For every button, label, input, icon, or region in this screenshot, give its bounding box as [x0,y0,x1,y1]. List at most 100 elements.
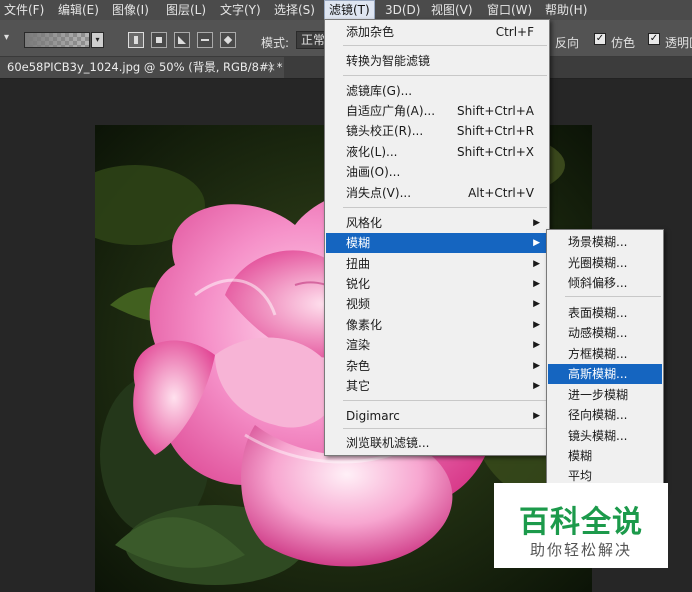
tool-preset-caret-icon[interactable]: ▾ [4,32,9,43]
submenu-arrow-icon: ▶ [533,299,540,309]
dither-label: 仿色 [611,36,636,50]
filter-menu-item-distort[interactable]: 扭曲 ▶ [326,254,548,274]
menu-select[interactable]: 选择(S) [274,0,315,20]
blur-item-tilt-shift[interactable]: 倾斜偏移... [548,273,662,293]
filter-menu-item-blur[interactable]: 模糊 ▶ [326,233,548,253]
blur-submenu: 场景模糊... 光圈模糊... 倾斜偏移... 表面模糊... 动感模糊... … [546,229,664,491]
filter-menu-item-filter-gallery[interactable]: 滤镜库(G)... [326,81,548,101]
item-label: 其它 [346,379,371,393]
filter-menu-item-adaptive-wide-angle[interactable]: 自适应广角(A)... Shift+Ctrl+A [326,101,548,121]
filter-menu-item-video[interactable]: 视频 ▶ [326,294,548,314]
gradient-picker-chevron-icon[interactable]: ▾ [91,32,104,48]
menu-view[interactable]: 视图(V) [431,0,473,20]
menu-edit[interactable]: 编辑(E) [58,0,99,20]
watermark-title: 百科全说 [519,505,643,540]
item-label: 滤镜库(G)... [346,84,413,98]
menu-layer[interactable]: 图层(L) [166,0,206,20]
diamond-gradient-icon[interactable] [220,32,236,48]
filter-menu-item-vanishing-point[interactable]: 消失点(V)... Alt+Ctrl+V [326,183,548,203]
document-tab[interactable]: 60e58PICB3y_1024.jpg @ 50% (背景, RGB/8#) … [0,57,284,78]
submenu-arrow-icon: ▶ [533,320,540,330]
filter-menu-item-convert-smart[interactable]: 转换为智能滤镜 [326,51,548,71]
submenu-arrow-icon: ▶ [533,259,540,269]
blur-item-lens-blur[interactable]: 镜头模糊... [548,426,662,446]
item-label: 表面模糊... [568,306,628,320]
filter-menu-item-noise[interactable]: 杂色 ▶ [326,356,548,376]
watermark-subtitle: 助你轻松解决 [529,541,632,559]
shortcut-label: Alt+Ctrl+V [468,186,534,200]
blur-item-blur-more[interactable]: 进一步模糊 [548,385,662,405]
angle-gradient-icon[interactable] [174,32,190,48]
filter-menu-item-digimarc[interactable]: Digimarc ▶ [326,406,548,426]
divider [343,207,547,208]
watermark-logo: 百科全说 助你轻松解决 [494,483,668,568]
blur-item-gaussian-blur[interactable]: 高斯模糊... [548,364,662,384]
item-label: 像素化 [346,318,383,332]
menu-file[interactable]: 文件(F) [4,0,44,20]
item-label: 渲染 [346,338,371,352]
filter-menu: 添加杂色 Ctrl+F 转换为智能滤镜 滤镜库(G)... 自适应广角(A)...… [324,19,550,456]
menu-window[interactable]: 窗口(W) [487,0,532,20]
transparency-label: 透明区 [665,36,692,50]
filter-menu-item-lens-correction[interactable]: 镜头校正(R)... Shift+Ctrl+R [326,121,548,141]
filter-menu-item-sharpen[interactable]: 锐化 ▶ [326,274,548,294]
menu-image[interactable]: 图像(I) [112,0,149,20]
document-tab-title: 60e58PICB3y_1024.jpg @ 50% (背景, RGB/8#) … [7,60,283,74]
blur-item-box-blur[interactable]: 方框模糊... [548,344,662,364]
shortcut-label: Ctrl+F [495,25,534,39]
blur-item-radial-blur[interactable]: 径向模糊... [548,405,662,425]
transparency-checkbox[interactable] [648,33,660,45]
divider [343,428,547,429]
item-label: 转换为智能滤镜 [346,54,431,68]
item-label: 径向模糊... [568,408,628,422]
radial-gradient-icon[interactable] [151,32,167,48]
item-label: 浏览联机滤镜... [346,436,430,450]
submenu-arrow-icon: ▶ [533,218,540,228]
divider [343,75,547,76]
menu-filter[interactable]: 滤镜(T) [324,0,375,20]
item-label: 自适应广角(A)... [346,104,436,118]
divider [565,296,661,297]
submenu-arrow-icon: ▶ [533,381,540,391]
reverse-label: 反向 [555,36,580,50]
item-label: 倾斜偏移... [568,276,628,290]
blur-item-motion-blur[interactable]: 动感模糊... [548,323,662,343]
filter-menu-item-stylize[interactable]: 风格化 ▶ [326,213,548,233]
filter-menu-item-render[interactable]: 渲染 ▶ [326,335,548,355]
item-label: 消失点(V)... [346,186,412,200]
item-label: 扭曲 [346,257,371,271]
filter-menu-item-pixelate[interactable]: 像素化 ▶ [326,315,548,335]
shortcut-label: Shift+Ctrl+A [457,104,534,118]
menu-help[interactable]: 帮助(H) [545,0,587,20]
item-label: 油画(O)... [346,165,401,179]
blur-item-surface-blur[interactable]: 表面模糊... [548,303,662,323]
mode-label: 模式: [261,36,290,50]
item-label: 风格化 [346,216,383,230]
dither-checkbox[interactable] [594,33,606,45]
menu-3d[interactable]: 3D(D) [385,0,420,20]
gradient-preview[interactable] [24,32,90,48]
item-label: 液化(L)... [346,145,398,159]
linear-gradient-icon[interactable] [128,32,144,48]
item-label: 镜头校正(R)... [346,124,424,138]
reflected-gradient-icon[interactable] [197,32,213,48]
submenu-arrow-icon: ▶ [533,361,540,371]
item-label: 动感模糊... [568,326,628,340]
item-label: 模糊 [346,236,371,250]
item-label: 高斯模糊... [568,367,628,381]
item-label: 进一步模糊 [568,388,629,402]
blur-item-field-blur[interactable]: 场景模糊... [548,232,662,252]
filter-menu-item-add-noise[interactable]: 添加杂色 Ctrl+F [326,22,548,42]
blur-item-iris-blur[interactable]: 光圈模糊... [548,253,662,273]
blur-item-blur[interactable]: 模糊 [548,446,662,466]
close-icon[interactable]: × [266,57,276,78]
filter-menu-item-other[interactable]: 其它 ▶ [326,376,548,396]
item-label: 锐化 [346,277,371,291]
menu-type[interactable]: 文字(Y) [220,0,261,20]
shortcut-label: Shift+Ctrl+R [456,124,534,138]
filter-menu-item-browse-online[interactable]: 浏览联机滤镜... [326,433,548,453]
filter-menu-item-liquify[interactable]: 液化(L)... Shift+Ctrl+X [326,142,548,162]
menu-bar: 文件(F) 编辑(E) 图像(I) 图层(L) 文字(Y) 选择(S) 滤镜(T… [0,0,692,20]
filter-menu-item-oil-paint[interactable]: 油画(O)... [326,162,548,182]
item-label: 平均 [568,469,593,483]
